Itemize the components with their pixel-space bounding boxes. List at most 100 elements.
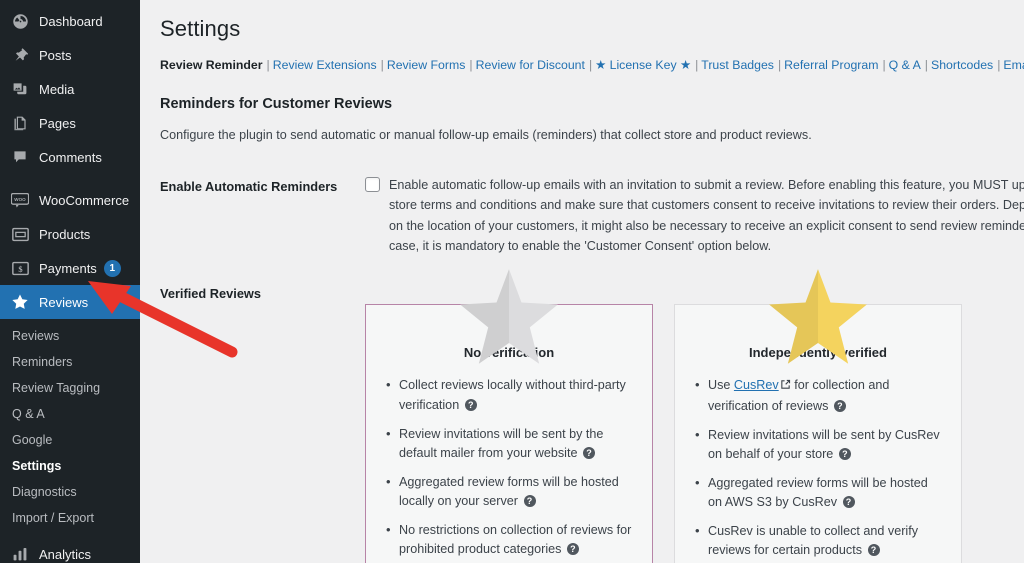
sidebar-item-media[interactable]: Media: [0, 72, 140, 106]
card-feature-item: No restrictions on collection of reviews…: [384, 521, 634, 559]
sidebar-item-label: Products: [39, 227, 90, 242]
cusrev-link[interactable]: CusRev: [734, 378, 779, 392]
verified-reviews-row: Verified Reviews No verificationCollect …: [160, 282, 1024, 563]
star-icon: [10, 292, 30, 312]
card-feature-item: Aggregated review forms will be hosted l…: [384, 473, 634, 511]
help-icon[interactable]: ?: [567, 543, 579, 555]
sidebar-item-label: Pages: [39, 116, 76, 131]
sidebar-item-label: Dashboard: [39, 14, 103, 29]
sidebar-item-label: Media: [39, 82, 74, 97]
card-feature-list: Collect reviews locally without third-pa…: [384, 376, 634, 563]
submenu-item-import-export[interactable]: Import / Export: [0, 505, 140, 531]
verified-reviews-cards-area: No verificationCollect reviews locally w…: [365, 282, 1024, 563]
feature-text: Aggregated review forms will be hosted l…: [399, 475, 619, 508]
sidebar-item-label: WooCommerce: [39, 193, 129, 208]
section-heading: Reminders for Customer Reviews: [160, 96, 1024, 112]
tab-trust-badges[interactable]: Trust Badges: [701, 58, 774, 72]
tab-review-forms[interactable]: Review Forms: [387, 58, 466, 72]
sidebar-item-pages[interactable]: Pages: [0, 106, 140, 140]
star-icon: ★: [677, 58, 691, 72]
tab-emails[interactable]: Emails: [1003, 58, 1024, 72]
feature-text: CusRev is unable to collect and verify r…: [708, 524, 918, 557]
analytics-icon: [10, 544, 30, 563]
help-icon[interactable]: ?: [583, 447, 595, 459]
tab-divider: |: [878, 58, 888, 72]
section-description: Configure the plugin to send automatic o…: [160, 126, 1024, 145]
verified-reviews-label: Verified Reviews: [160, 282, 365, 563]
sidebar-item-label: Payments: [39, 261, 97, 276]
woo-icon: WOO: [10, 190, 30, 210]
card-feature-item: Review invitations will be sent by the d…: [384, 425, 634, 463]
tab-review-for-discount[interactable]: Review for Discount: [476, 58, 585, 72]
tab-divider: |: [993, 58, 1003, 72]
feature-text: Review invitations will be sent by the d…: [399, 427, 603, 460]
verification-card-no-verification[interactable]: No verificationCollect reviews locally w…: [365, 304, 653, 563]
sidebar-item-reviews[interactable]: Reviews: [0, 285, 140, 319]
submenu-item-google[interactable]: Google: [0, 427, 140, 453]
pages-icon: [10, 113, 30, 133]
sidebar-item-dashboard[interactable]: Dashboard: [0, 4, 140, 38]
card-feature-item: Aggregated review forms will be hosted o…: [693, 474, 943, 512]
help-icon[interactable]: ?: [524, 495, 536, 507]
feature-text: No restrictions on collection of reviews…: [399, 523, 631, 556]
verification-card-independently-verified[interactable]: Independently verifiedUse CusRev for col…: [674, 304, 962, 563]
settings-tab-nav: Review Reminder|Review Extensions|Review…: [160, 56, 1024, 76]
card-feature-item: Collect reviews locally without third-pa…: [384, 376, 634, 414]
payments-icon: $: [10, 258, 30, 278]
sidebar-item-products[interactable]: Products: [0, 217, 140, 251]
tab-review-extensions[interactable]: Review Extensions: [273, 58, 377, 72]
tab-divider: |: [585, 58, 595, 72]
tab-license-key[interactable]: License Key: [610, 58, 677, 72]
tab-divider: |: [921, 58, 931, 72]
tab-divider: |: [377, 58, 387, 72]
feature-text: Review invitations will be sent by CusRe…: [708, 428, 940, 461]
tab-divider: |: [465, 58, 475, 72]
help-icon[interactable]: ?: [868, 544, 880, 556]
star-icon: [457, 267, 561, 367]
card-feature-item: Review invitations will be sent by CusRe…: [693, 426, 943, 464]
help-icon[interactable]: ?: [843, 496, 855, 508]
verification-option-cards: No verificationCollect reviews locally w…: [365, 304, 1024, 563]
enable-reminders-field: Enable automatic follow-up emails with a…: [365, 175, 1024, 257]
star-icon: [766, 267, 870, 367]
sidebar-item-label: Posts: [39, 48, 72, 63]
enable-reminders-description: Enable automatic follow-up emails with a…: [389, 175, 1024, 257]
svg-text:$: $: [18, 263, 23, 273]
enable-automatic-reminders-row: Enable Automatic Reminders Enable automa…: [160, 175, 1024, 257]
tab-referral-program[interactable]: Referral Program: [784, 58, 878, 72]
sidebar-item-woocommerce[interactable]: WOO WooCommerce: [0, 183, 140, 217]
card-feature-list: Use CusRev for collection and verificati…: [693, 376, 943, 563]
tab-review-reminder[interactable]: Review Reminder: [160, 58, 263, 72]
external-link-icon: [780, 377, 791, 396]
sidebar-item-analytics[interactable]: Analytics: [0, 537, 140, 563]
feature-text-before: Use: [708, 378, 734, 392]
sidebar-item-payments[interactable]: $ Payments 1: [0, 251, 140, 285]
tab-q-a[interactable]: Q & A: [889, 58, 921, 72]
wp-admin-screen: Dashboard Posts Media Pages Comments WOO WooCo…: [0, 0, 1024, 563]
pin-icon: [10, 45, 30, 65]
submenu-item-reminders[interactable]: Reminders: [0, 349, 140, 375]
sidebar-item-posts[interactable]: Posts: [0, 38, 140, 72]
sidebar-item-comments[interactable]: Comments: [0, 140, 140, 174]
page-title: Settings: [160, 8, 1024, 56]
svg-text:WOO: WOO: [14, 196, 26, 201]
submenu-item-reviews[interactable]: Reviews: [0, 323, 140, 349]
help-icon[interactable]: ?: [834, 400, 846, 412]
sidebar-item-badge: 1: [104, 260, 121, 277]
tab-divider: |: [774, 58, 784, 72]
card-feature-item: CusRev is unable to collect and verify r…: [693, 522, 943, 560]
sidebar-item-label: Analytics: [39, 547, 91, 562]
submenu-item-review-tagging[interactable]: Review Tagging: [0, 375, 140, 401]
media-icon: [10, 79, 30, 99]
dashboard-icon: [10, 11, 30, 31]
tab-divider: |: [263, 58, 273, 72]
sidebar-item-label: Comments: [39, 150, 102, 165]
submenu-item-q-a[interactable]: Q & A: [0, 401, 140, 427]
help-icon[interactable]: ?: [465, 399, 477, 411]
tab-divider: |: [691, 58, 701, 72]
submenu-item-settings[interactable]: Settings: [0, 453, 140, 479]
tab-shortcodes[interactable]: Shortcodes: [931, 58, 993, 72]
enable-reminders-checkbox[interactable]: [365, 177, 380, 192]
submenu-item-diagnostics[interactable]: Diagnostics: [0, 479, 140, 505]
help-icon[interactable]: ?: [839, 448, 851, 460]
